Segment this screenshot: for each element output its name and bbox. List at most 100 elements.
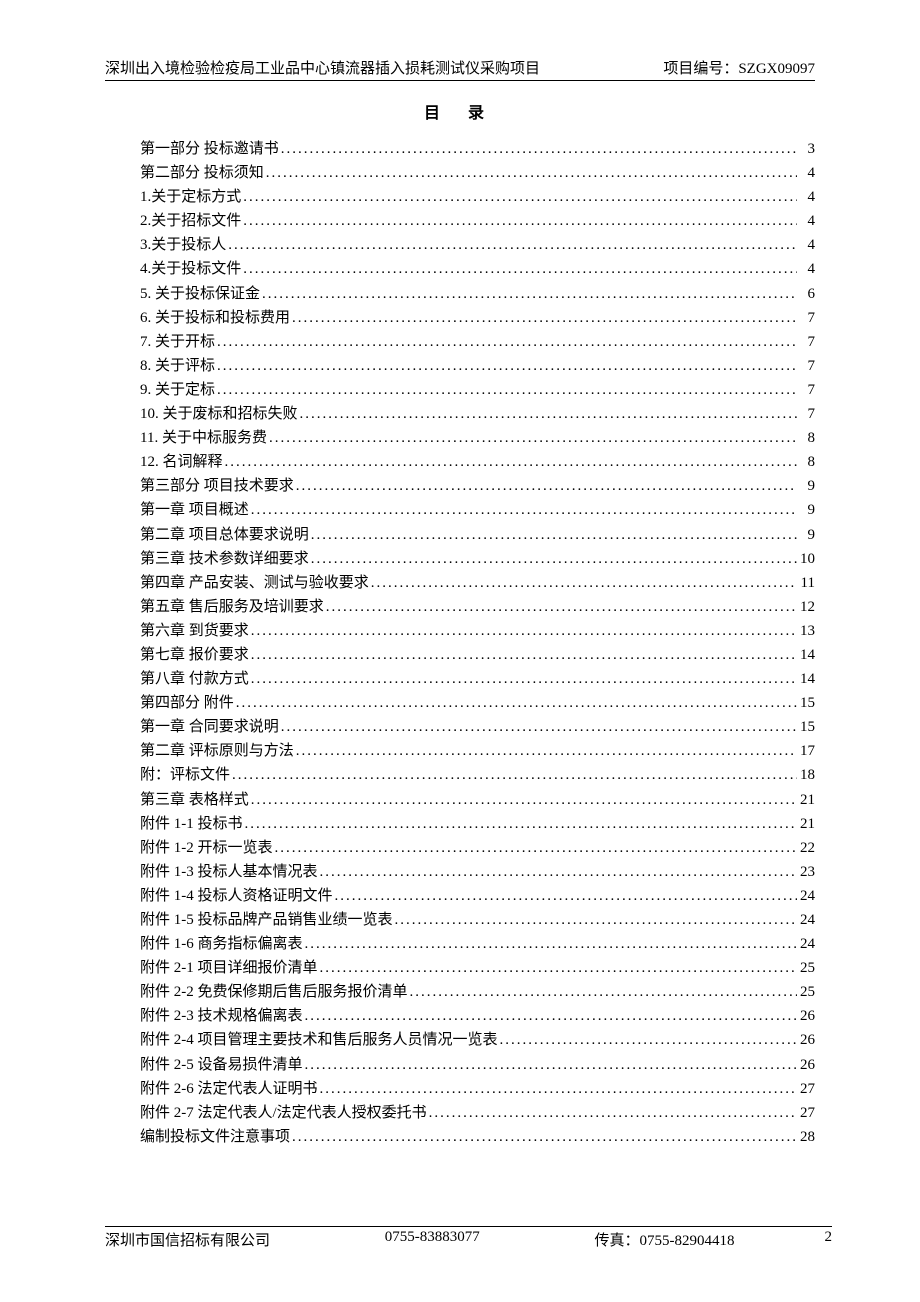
toc-entry-label: 第二章 评标原则与方法 (140, 739, 294, 763)
header-code-label: 项目编号： (663, 61, 738, 77)
toc-entry-label: 第一部分 投标邀请书 (140, 137, 279, 161)
table-of-contents: 第一部分 投标邀请书 3第二部分 投标须知 41.关于定标方式 42.关于招标文… (105, 137, 815, 1149)
toc-entry-label: 附件 1-4 投标人资格证明文件 (140, 884, 333, 908)
toc-entry-page: 26 (797, 1028, 815, 1052)
toc-leader-dots (294, 739, 797, 763)
toc-row: 第二部分 投标须知 4 (140, 161, 815, 185)
toc-entry-page: 13 (797, 619, 815, 643)
toc-row: 9. 关于定标 7 (140, 378, 815, 402)
toc-entry-page: 12 (797, 595, 815, 619)
toc-entry-label: 11. 关于中标服务费 (140, 426, 267, 450)
toc-entry-page: 4 (797, 233, 815, 257)
toc-leader-dots (408, 980, 798, 1004)
toc-entry-page: 10 (797, 547, 815, 571)
toc-row: 第四章 产品安装、测试与验收要求 11 (140, 571, 815, 595)
toc-entry-page: 15 (797, 691, 815, 715)
toc-entry-page: 24 (797, 932, 815, 956)
toc-row: 附件 2-5 设备易损件清单 26 (140, 1053, 815, 1077)
toc-row: 6. 关于投标和投标费用 7 (140, 306, 815, 330)
toc-leader-dots (298, 402, 797, 426)
toc-leader-dots (223, 450, 797, 474)
toc-row: 附件 1-4 投标人资格证明文件 24 (140, 884, 815, 908)
toc-leader-dots (303, 932, 798, 956)
footer-page-number: 2 (825, 1229, 833, 1250)
toc-row: 第一章 合同要求说明 15 (140, 715, 815, 739)
toc-row: 附件 1-5 投标品牌产品销售业绩一览表 24 (140, 908, 815, 932)
toc-entry-label: 第一章 项目概述 (140, 498, 249, 522)
toc-entry-page: 28 (797, 1125, 815, 1149)
toc-row: 附件 2-6 法定代表人证明书 27 (140, 1077, 815, 1101)
toc-entry-label: 附件 2-4 项目管理主要技术和售后服务人员情况一览表 (140, 1028, 498, 1052)
toc-row: 11. 关于中标服务费 8 (140, 426, 815, 450)
toc-entry-label: 4.关于投标文件 (140, 257, 241, 281)
toc-entry-page: 27 (797, 1077, 815, 1101)
toc-row: 7. 关于开标 7 (140, 330, 815, 354)
toc-entry-label: 附件 2-6 法定代表人证明书 (140, 1077, 318, 1101)
toc-leader-dots (303, 1053, 798, 1077)
header-code-value: SZGX09097 (738, 61, 815, 77)
toc-row: 第一部分 投标邀请书 3 (140, 137, 815, 161)
header-project-code: 项目编号：SZGX09097 (663, 57, 815, 78)
toc-entry-label: 附件 2-5 设备易损件清单 (140, 1053, 303, 1077)
toc-entry-label: 8. 关于评标 (140, 354, 215, 378)
toc-entry-label: 编制投标文件注意事项 (140, 1125, 290, 1149)
toc-entry-label: 附件 2-3 技术规格偏离表 (140, 1004, 303, 1028)
footer-fax-value: 0755-82904418 (640, 1233, 735, 1249)
toc-row: 第一章 项目概述 9 (140, 498, 815, 522)
toc-leader-dots (243, 812, 798, 836)
toc-row: 8. 关于评标 7 (140, 354, 815, 378)
toc-entry-label: 第二部分 投标须知 (140, 161, 264, 185)
page-header: 深圳出入境检验检疫局工业品中心镇流器插入损耗测试仪采购项目 项目编号：SZGX0… (105, 57, 815, 81)
toc-row: 编制投标文件注意事项 28 (140, 1125, 815, 1149)
toc-leader-dots (333, 884, 798, 908)
toc-leader-dots (241, 185, 797, 209)
toc-entry-page: 15 (797, 715, 815, 739)
toc-entry-label: 10. 关于废标和招标失败 (140, 402, 298, 426)
toc-leader-dots (226, 233, 797, 257)
toc-entry-page: 27 (797, 1101, 815, 1125)
toc-leader-dots (215, 330, 797, 354)
toc-leader-dots (241, 209, 797, 233)
toc-entry-page: 9 (797, 474, 815, 498)
toc-entry-label: 2.关于招标文件 (140, 209, 241, 233)
toc-row: 附件 2-4 项目管理主要技术和售后服务人员情况一览表 26 (140, 1028, 815, 1052)
footer-phone: 0755-83883077 (385, 1229, 480, 1250)
toc-entry-label: 附件 2-1 项目详细报价清单 (140, 956, 318, 980)
toc-row: 1.关于定标方式 4 (140, 185, 815, 209)
toc-row: 第三章 技术参数详细要求 10 (140, 547, 815, 571)
toc-row: 第五章 售后服务及培训要求 12 (140, 595, 815, 619)
toc-entry-label: 附件 2-7 法定代表人/法定代表人授权委托书 (140, 1101, 427, 1125)
footer-fax: 传真：0755-82904418 (594, 1229, 734, 1250)
header-project-title: 深圳出入境检验检疫局工业品中心镇流器插入损耗测试仪采购项目 (105, 57, 540, 78)
toc-row: 附件 1-3 投标人基本情况表 23 (140, 860, 815, 884)
toc-entry-page: 14 (797, 643, 815, 667)
toc-entry-page: 9 (797, 498, 815, 522)
toc-leader-dots (249, 788, 797, 812)
toc-leader-dots (279, 715, 797, 739)
toc-entry-page: 7 (797, 330, 815, 354)
toc-entry-label: 第五章 售后服务及培训要求 (140, 595, 324, 619)
toc-row: 4.关于投标文件 4 (140, 257, 815, 281)
toc-leader-dots (249, 498, 797, 522)
toc-row: 附件 1-6 商务指标偏离表 24 (140, 932, 815, 956)
toc-entry-label: 5. 关于投标保证金 (140, 282, 260, 306)
toc-leader-dots (260, 282, 797, 306)
toc-entry-page: 3 (797, 137, 815, 161)
toc-entry-page: 4 (797, 209, 815, 233)
toc-entry-label: 3.关于投标人 (140, 233, 226, 257)
toc-leader-dots (318, 956, 798, 980)
toc-row: 第七章 报价要求 14 (140, 643, 815, 667)
toc-entry-page: 17 (797, 739, 815, 763)
toc-entry-page: 6 (797, 282, 815, 306)
toc-entry-label: 附件 2-2 免费保修期后售后服务报价清单 (140, 980, 408, 1004)
footer-company: 深圳市国信招标有限公司 (105, 1229, 270, 1250)
toc-leader-dots (294, 474, 797, 498)
toc-row: 附：评标文件 18 (140, 763, 815, 787)
toc-entry-label: 9. 关于定标 (140, 378, 215, 402)
toc-row: 附件 2-7 法定代表人/法定代表人授权委托书 27 (140, 1101, 815, 1125)
toc-row: 第三章 表格样式 21 (140, 788, 815, 812)
toc-leader-dots (241, 257, 797, 281)
toc-entry-label: 12. 名词解释 (140, 450, 223, 474)
toc-row: 附件 2-1 项目详细报价清单 25 (140, 956, 815, 980)
toc-entry-page: 7 (797, 354, 815, 378)
